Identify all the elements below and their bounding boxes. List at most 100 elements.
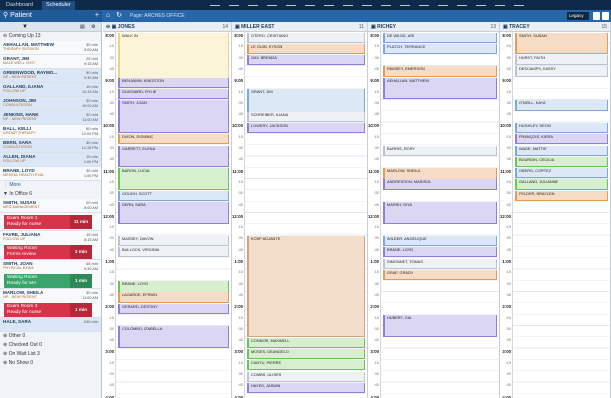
- appointment-block[interactable]: BOURDIN, CECILIA: [515, 156, 608, 168]
- tool-icon[interactable]: [400, 2, 410, 6]
- patient-card[interactable]: GALLAND, ILIANA FOLLOW UP 15 min 10:15 AM: [0, 83, 101, 97]
- section-no-show[interactable]: ⊕ No Show 0: [0, 359, 101, 368]
- home-icon[interactable]: ⌂: [104, 12, 112, 20]
- room-status[interactable]: Waiting Room Forms review: [4, 245, 70, 259]
- tool-icon[interactable]: [267, 2, 277, 6]
- tool-icon[interactable]: [210, 2, 220, 6]
- appointment-block[interactable]: AEHALLAN, MATTHEW: [383, 77, 497, 100]
- provider-header-miller-east[interactable]: ▣ MILLER EAST 11: [232, 22, 368, 32]
- patient-card[interactable]: GREENWOOD, RAYMO... NP - NEW PATIENT 90 mi…: [0, 69, 101, 83]
- tool-icon[interactable]: [343, 2, 353, 6]
- page-selector[interactable]: Page: ARCHES OFFICE: [130, 10, 185, 22]
- schedule-column-jones[interactable]: 8:00:15:30:45 9:00:15:30:45 10:00:15:30:45…: [103, 32, 232, 398]
- appointment-block[interactable]: BULLOCK, VIRGINIA: [118, 247, 229, 258]
- section-other[interactable]: ⊕ Other 0: [0, 332, 101, 341]
- panel-view-icon[interactable]: ▤: [80, 24, 85, 30]
- patient-card[interactable]: AEHALLAN, MATTHEW THERAPY SESSION 30 min 9:…: [0, 41, 101, 55]
- appointment-block[interactable]: GARRETT, ELENA: [118, 145, 229, 168]
- appointment-block[interactable]: COLOMBO, IZABELLA: [118, 326, 229, 348]
- in-office-card[interactable]: SMITH, JOAN PHYSICAL EXAM 45 min 9:30 AM Wai…: [0, 260, 101, 289]
- in-office-card[interactable]: Exam Room 1 Ready for nurse 11 min: [0, 213, 101, 231]
- appointment-block[interactable]: HURST, FAITH: [515, 55, 608, 66]
- appointment-block[interactable]: COMBS, ULISES: [247, 371, 365, 382]
- tool-icon[interactable]: [286, 2, 296, 6]
- appointment-block[interactable]: CONNOR, MAXWELL: [247, 337, 365, 348]
- appointment-block[interactable]: CANTU, PIERRE: [247, 360, 365, 371]
- appointment-block[interactable]: HUBERT, GIA: [383, 315, 497, 337]
- schedule-column-richey[interactable]: 8:00:15:30:45 9:00:15:30:45 10:00:15:30:45…: [368, 32, 500, 398]
- provider-header-richey[interactable]: ▣ RICHEY 13: [368, 22, 500, 32]
- tool-icon[interactable]: [514, 2, 524, 6]
- in-office-card[interactable]: SMITH, SUSAN MED MANAGEMENT 20 min 8:00 AM: [0, 199, 101, 213]
- patient-card[interactable]: ALLEN, DIANA FOLLOW UP 15 min 1:00 PM: [0, 153, 101, 167]
- patient-card[interactable]: BRANE, LOYD MENTAL HEALTH EVAL 30 min 1:00 …: [0, 167, 101, 181]
- appointment-block[interactable]: OBERG, CORTEZ: [515, 168, 608, 179]
- tool-icon[interactable]: [324, 2, 334, 6]
- filter-icon[interactable]: ▼: [22, 24, 28, 30]
- add-patient-icon[interactable]: +: [95, 10, 99, 22]
- appointment-block[interactable]: BURRIS, RORY: [383, 145, 497, 156]
- appointment-block[interactable]: HAYES, JASMIN: [247, 382, 365, 394]
- appointment-block[interactable]: KOSP ADJANTE: [247, 235, 365, 337]
- appointment-block[interactable]: BRANE, LOYD: [383, 247, 497, 258]
- appointment-block[interactable]: DERN, SARA: [118, 202, 229, 224]
- provider-header-tracey[interactable]: ▣ TRACEY 15: [500, 22, 611, 32]
- appointment-block[interactable]: SCHREIBER, ILIANA: [247, 111, 365, 122]
- appointment-block[interactable]: GRAF, GRADY: [383, 269, 497, 281]
- appointment-block[interactable]: GERARD, DESTINY: [118, 303, 229, 314]
- tab-dashboard[interactable]: Dashboard: [2, 1, 37, 10]
- appointment-block[interactable]: GAY, BRENDA: [247, 55, 365, 66]
- appointment-block[interactable]: SMITH, SUSAN: [515, 32, 608, 55]
- patient-card[interactable]: JOHNSON, JIM CONSULTATION 30 min 10:00 AM: [0, 97, 101, 111]
- schedule-column-miller-east[interactable]: 8:00:15:30:45 9:00:15:30:45 10:00:15:30:45…: [232, 32, 368, 398]
- section-wait-list[interactable]: ⊕ On Wait List 3: [0, 350, 101, 359]
- tool-icon[interactable]: [229, 2, 239, 6]
- appointment-block[interactable]: SIMONNET, TOMAS: [383, 258, 497, 269]
- settings-icon[interactable]: [602, 12, 609, 20]
- in-office-card[interactable]: MARLOW, SHEILA NP - NEW PATIENT 30 min 11:0…: [0, 289, 101, 318]
- section-checked-out[interactable]: ⊕ Checked Out 0: [0, 341, 101, 350]
- tool-icon[interactable]: [381, 2, 391, 6]
- room-status[interactable]: Waiting Room Ready for MA: [4, 274, 70, 288]
- appointment-block[interactable]: BARON, LUCIA: [118, 168, 229, 190]
- appointment-block[interactable]: O'NEILL, KAYA: [515, 100, 608, 111]
- patient-card[interactable]: JENKINS, HANK NP - NEW PATIENT 30 min 11:00…: [0, 111, 101, 125]
- appointment-block[interactable]: DE WILDE, ARI: [383, 32, 497, 43]
- appointment-block[interactable]: FRANÇOIS, KIERA: [515, 134, 608, 145]
- room-status[interactable]: Exam Room 1 Ready for nurse: [4, 215, 70, 229]
- appointment-block[interactable]: MASSEY, DAVON: [118, 235, 229, 247]
- legacy-button[interactable]: Legacy: [567, 12, 589, 20]
- appointment-block[interactable]: OTERO, CRISTIANO: [247, 32, 365, 43]
- tool-icon[interactable]: [248, 2, 258, 6]
- tool-icon[interactable]: [438, 2, 448, 6]
- appointment-block[interactable]: MOSES, DEANGELO: [247, 348, 365, 360]
- appointment-block[interactable]: SMITH, JOAN: [118, 100, 229, 134]
- appointment-block[interactable]: MARSH, DIYA: [383, 202, 497, 224]
- appointment-block[interactable]: HUGHLEY, DEON: [515, 122, 608, 134]
- appointment-block[interactable]: WILDER, ANGELIQUE: [383, 235, 497, 247]
- tool-icon[interactable]: [419, 2, 429, 6]
- calendar-icon[interactable]: [593, 12, 600, 20]
- appointment-block[interactable]: ANDRESSON, MARISOL: [383, 179, 497, 190]
- patient-card[interactable]: BERN, SARA CONSULTATION 30 min 12:15 PM: [0, 139, 101, 153]
- appointment-block[interactable]: RAMSEY, EMERSON: [383, 66, 497, 77]
- more-link[interactable]: ⋮ More: [0, 181, 101, 190]
- refresh-icon[interactable]: ↻: [115, 12, 123, 20]
- tool-icon[interactable]: [457, 2, 467, 6]
- tool-icon[interactable]: [476, 2, 486, 6]
- appointment-block[interactable]: LAGARDE, EFRAIN: [118, 292, 229, 303]
- patient-search[interactable]: ⚲ Patient +: [0, 10, 102, 22]
- section-in-office[interactable]: ▼ In Office 6: [0, 190, 101, 199]
- appointment-block[interactable]: LE GUIN, KYSON: [247, 43, 365, 55]
- appointment-block[interactable]: GALLAND, JULIANNE: [515, 179, 608, 190]
- appointment-block[interactable]: DESCAMPS, KASSY: [515, 66, 608, 77]
- section-coming-up[interactable]: ⊖ Coming Up 13: [0, 32, 101, 41]
- appointment-block[interactable]: GOUGH, SCOTT: [118, 190, 229, 201]
- tool-icon[interactable]: [495, 2, 505, 6]
- appointment-block[interactable]: LOWERY, JACKSON: [247, 122, 365, 134]
- patient-card[interactable]: BALL, KELLI GROUP THERAPY 60 min 12:00 PM: [0, 125, 101, 139]
- appointment-block[interactable]: DIXON, DOMINIC: [118, 134, 229, 145]
- room-status[interactable]: Exam Room 3 Ready for nurse: [4, 303, 70, 317]
- panel-settings-icon[interactable]: ⚙: [91, 24, 95, 30]
- appointment-block[interactable]: PLATCH, TERRANCE: [383, 43, 497, 55]
